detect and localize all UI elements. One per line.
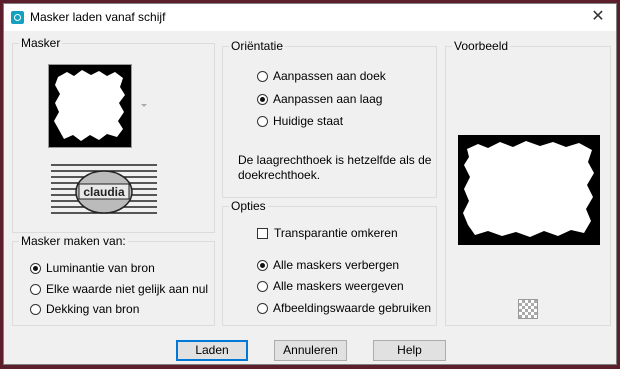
mask-source-group-label: Masker maken van:	[19, 234, 128, 248]
radio-niet-nul[interactable]	[30, 283, 41, 295]
radio-afbeeldingswaarde[interactable]	[257, 302, 268, 314]
radio-maskers-weergeven[interactable]	[257, 280, 268, 292]
masker-group: Masker claudia	[12, 36, 215, 233]
orientation-description: De laagrechthoek is hetzelfde als de doe…	[238, 153, 432, 182]
option-dekking-label: Dekking van bron	[46, 302, 140, 316]
option-huidige-staat-label: Huidige staat	[273, 114, 344, 128]
option-aanpassen-laag-label: Aanpassen aan laag	[273, 92, 383, 106]
preview-image	[458, 135, 600, 245]
mask-dropdown-arrow[interactable]	[141, 104, 147, 107]
radio-aanpassen-laag[interactable]	[257, 93, 268, 105]
option-transparantie-omkeren[interactable]: Transparantie omkeren	[257, 225, 398, 241]
option-aanpassen-laag[interactable]: Aanpassen aan laag	[257, 91, 382, 107]
preview-group-label: Voorbeeld	[452, 39, 511, 53]
option-maskers-verbergen-label: Alle maskers verbergen	[273, 258, 400, 272]
mask-thumbnail[interactable]	[48, 64, 132, 148]
orientation-group-label: Oriëntatie	[229, 39, 286, 53]
radio-aanpassen-doek[interactable]	[257, 70, 268, 82]
mask-source-group: Masker maken van: Luminantie van bron El…	[12, 234, 215, 326]
radio-huidige-staat[interactable]	[257, 115, 268, 127]
options-group-label: Opties	[229, 199, 268, 213]
option-aanpassen-doek-label: Aanpassen aan doek	[273, 69, 386, 83]
close-icon[interactable]: ✕	[588, 7, 608, 27]
title-bar: Masker laden vanaf schijf ✕	[4, 4, 616, 31]
preview-group: Voorbeeld	[445, 39, 611, 326]
option-transparantie-label: Transparantie omkeren	[274, 226, 398, 240]
option-aanpassen-doek[interactable]: Aanpassen aan doek	[257, 68, 386, 84]
mask-thumbnail-image	[49, 65, 131, 147]
help-button[interactable]: Help	[373, 340, 446, 361]
option-huidige-staat[interactable]: Huidige staat	[257, 113, 343, 129]
watermark-text: claudia	[83, 185, 125, 199]
window-title: Masker laden vanaf schijf	[30, 10, 166, 24]
watermark-logo: claudia	[51, 162, 157, 216]
radio-dekking[interactable]	[30, 303, 41, 315]
option-luminantie[interactable]: Luminantie van bron	[30, 260, 155, 276]
masker-group-label: Masker	[19, 36, 63, 50]
dialog-window: Masker laden vanaf schijf ✕ Masker claud…	[3, 3, 617, 365]
app-icon	[11, 11, 24, 24]
checkbox-transparantie-omkeren[interactable]	[257, 227, 268, 239]
option-niet-nul[interactable]: Elke waarde niet gelijk aan nul	[30, 281, 208, 297]
options-group: Opties Transparantie omkeren Alle masker…	[222, 199, 437, 326]
option-afbeeldingswaarde-label: Afbeeldingswaarde gebruiken	[273, 301, 432, 315]
orientation-group: Oriëntatie Aanpassen aan doek Aanpassen …	[222, 39, 437, 198]
option-dekking[interactable]: Dekking van bron	[30, 301, 139, 317]
option-maskers-weergeven-label: Alle maskers weergeven	[273, 279, 404, 293]
checkerboard-icon[interactable]	[518, 299, 538, 319]
cancel-button[interactable]: Annuleren	[274, 340, 347, 361]
load-button[interactable]: Laden	[176, 340, 248, 361]
option-maskers-verbergen[interactable]: Alle maskers verbergen	[257, 257, 399, 273]
option-luminantie-label: Luminantie van bron	[46, 261, 155, 275]
option-afbeeldingswaarde[interactable]: Afbeeldingswaarde gebruiken	[257, 300, 431, 316]
radio-maskers-verbergen[interactable]	[257, 259, 268, 271]
radio-luminantie[interactable]	[30, 262, 41, 274]
option-niet-nul-label: Elke waarde niet gelijk aan nul	[46, 282, 209, 296]
option-maskers-weergeven[interactable]: Alle maskers weergeven	[257, 278, 404, 294]
